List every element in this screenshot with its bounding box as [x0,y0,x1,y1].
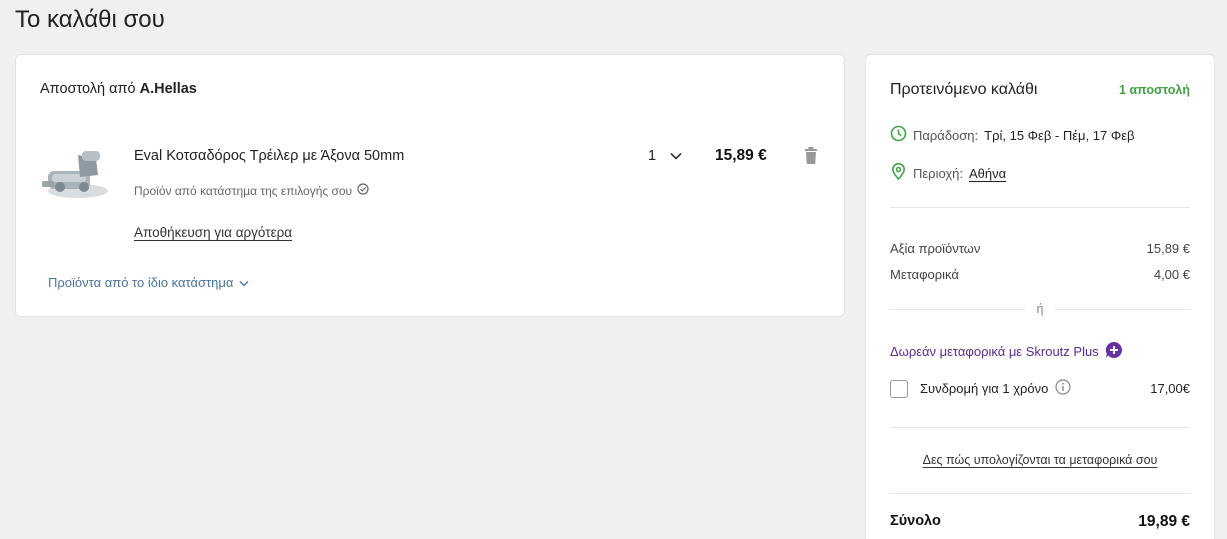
shipping-calc-link[interactable]: Δες πώς υπολογίζονται τα μεταφορικά σου [890,453,1190,467]
clock-icon [890,125,907,145]
store-choice-text: Προϊόν από κατάστημα της επιλογής σου [134,183,353,198]
delivery-value: Τρί, 15 Φεβ - Πέμ, 17 Φεβ [984,127,1135,143]
subscription-row: Συνδρομή για 1 χρόνο 17,00€ [890,379,1190,398]
subscription-label: Συνδρομή για 1 χρόνο [920,381,1049,396]
cart-card: Αποστολή από A.Hellas Eval Κοτσαδόρος Τρ… [15,54,845,317]
shipping-value: 4,00 € [1153,267,1190,282]
chevron-down-icon [670,148,682,164]
same-store-label: Προϊόντα από το ίδιο κατάστημα [48,275,234,290]
page-title: Το καλάθι σου [15,6,165,33]
product-name[interactable]: Eval Κοτσαδόρος Τρέιλερ με Άξονα 50mm [134,148,404,164]
divider [890,427,1190,428]
info-icon[interactable] [1055,379,1071,398]
plus-badge-icon [1105,341,1123,362]
quantity-value: 1 [648,148,657,164]
subscription-price: 17,00€ [1150,381,1190,396]
check-circle-icon [357,183,369,198]
delivery-label: Παράδοση: [913,127,979,143]
summary-title: Προτεινόμενο καλάθι [890,81,1038,98]
products-value: 15,89 € [1146,241,1190,256]
trash-icon[interactable] [803,147,819,165]
shipping-prefix: Αποστολή από [40,81,136,97]
plus-link-label: Δωρεάν μεταφορικά με Skroutz Plus [890,344,1099,359]
divider [890,493,1190,494]
products-total-row: Αξία προϊόντων 15,89 € [890,241,1190,256]
shipping-from: Αποστολή από A.Hellas [40,81,197,97]
area-row: Περιοχή: Αθήνα [890,162,1006,183]
or-text: ή [1036,302,1044,316]
total-row: Σύνολο 19,89 € [890,513,1190,531]
quantity-select[interactable]: 1 [648,148,682,164]
item-price: 15,89 € [715,147,767,164]
skroutz-plus-link[interactable]: Δωρεάν μεταφορικά με Skroutz Plus [890,341,1123,362]
area-label: Περιοχή: [913,165,964,181]
shipping-calc-label: Δες πώς υπολογίζονται τα μεταφορικά σου [922,453,1158,467]
shipping-label: Μεταφορικά [890,267,959,282]
products-label: Αξία προϊόντων [890,241,981,256]
summary-card: Προτεινόμενο καλάθι 1 αποστολή Παράδοση:… [865,54,1215,539]
area-link[interactable]: Αθήνα [969,166,1006,181]
total-label: Σύνολο [890,513,941,529]
shipments-count: 1 αποστολή [1119,83,1190,97]
product-image[interactable] [38,141,112,207]
store-choice-note: Προϊόν από κατάστημα της επιλογής σου [134,183,369,198]
location-pin-icon [890,162,907,183]
shipping-cost-row: Μεταφορικά 4,00 € [890,267,1190,282]
store-name[interactable]: A.Hellas [140,81,197,97]
chevron-down-icon [239,275,249,290]
same-store-products-toggle[interactable]: Προϊόντα από το ίδιο κατάστημα [48,275,249,290]
save-for-later-link[interactable]: Αποθήκευση για αργότερα [134,225,292,240]
subscription-checkbox[interactable] [890,379,908,398]
delivery-row: Παράδοση: Τρί, 15 Φεβ - Πέμ, 17 Φεβ [890,125,1135,145]
or-separator: ή [890,301,1191,317]
total-value: 19,89 € [1138,513,1190,530]
divider [890,207,1190,208]
